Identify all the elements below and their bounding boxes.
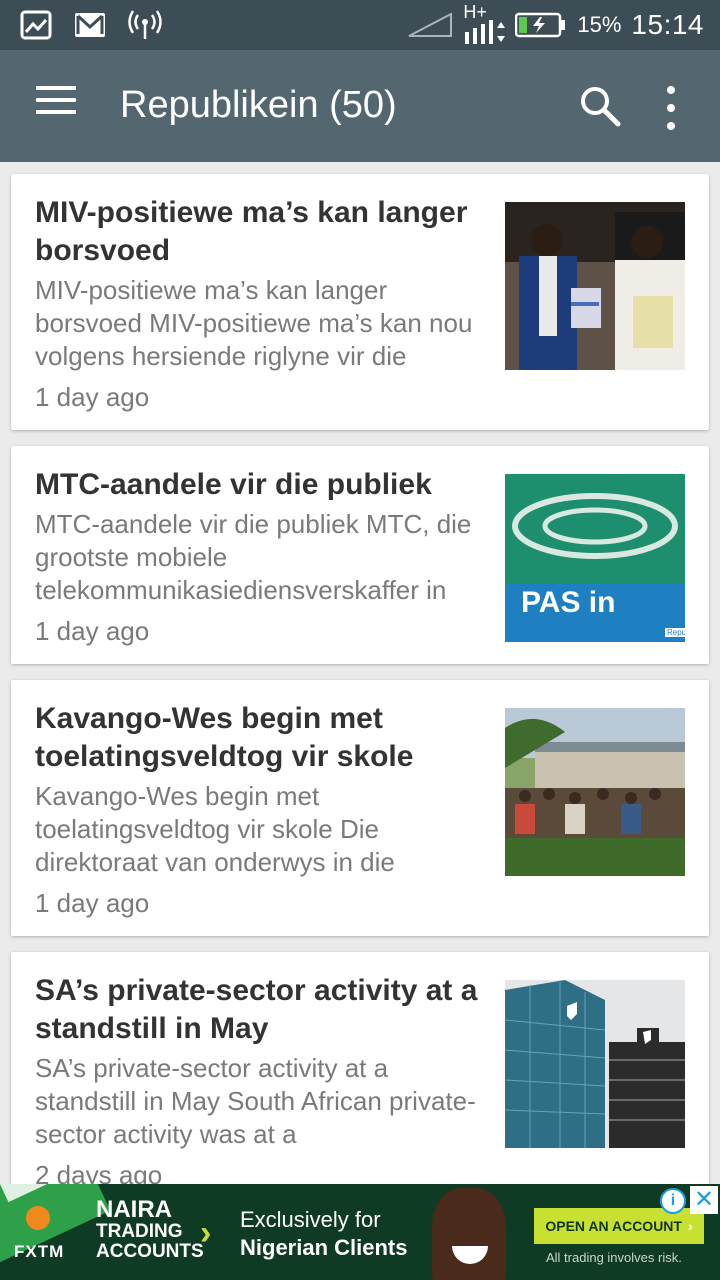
article-time: 1 day ago [35, 888, 150, 918]
article-thumbnail: PAS in Repu [505, 474, 685, 642]
article-snippet: SA’s private-sector activity at a stands… [35, 1053, 476, 1149]
ad-headline: NAIRA TRADING ACCOUNTS [96, 1198, 204, 1262]
article-title: Kavango-Wes begin met toelatingsveldtog … [35, 702, 414, 773]
app-toolbar: Republikein (50) [0, 50, 720, 162]
battery-percent: 15% [577, 12, 622, 37]
ad-disclaimer: All trading involves risk. [546, 1250, 682, 1265]
ad-headline-line3: ACCOUNTS [96, 1241, 204, 1262]
article-snippet: MIV-positiewe ma’s kan langer borsvoed M… [35, 275, 473, 371]
status-bar: H+ 15% 15:14 [0, 0, 720, 50]
people-photo [505, 202, 685, 370]
data-activity-icon [465, 20, 506, 44]
search-icon[interactable] [578, 84, 622, 128]
network-indicator: H+ [463, 2, 506, 44]
school-crowd-photo [505, 708, 685, 876]
open-account-label: OPEN AN ACCOUNT [545, 1218, 682, 1234]
article-thumbnail [505, 980, 685, 1148]
ad-headline-line2: TRADING [96, 1221, 183, 1242]
open-account-button[interactable]: OPEN AN ACCOUNT › [534, 1208, 704, 1244]
gmail-icon [75, 13, 105, 37]
ad-info-icon[interactable]: i [660, 1188, 686, 1214]
ad-tagline: Exclusively for Nigerian Clients [240, 1206, 407, 1262]
ad-headline-line1: NAIRA [96, 1196, 172, 1223]
signal-icon [408, 12, 453, 37]
article-list[interactable]: MIV-positiewe ma’s kan langer borsvoed M… [0, 162, 720, 1184]
fxtm-logo-icon [26, 1206, 50, 1230]
radio-tower-icon [128, 10, 162, 39]
article-thumbnail [505, 202, 685, 370]
clock: 15:14 [631, 9, 704, 40]
article-time: 1 day ago [35, 382, 150, 412]
ad-banner[interactable]: FXTM NAIRA TRADING ACCOUNTS › Exclusivel… [0, 1184, 720, 1280]
article-card[interactable]: Kavango-Wes begin met toelatingsveldtog … [11, 680, 709, 936]
article-snippet: Kavango-Wes begin met toelatingsveldtog … [35, 781, 395, 877]
chevron-right-icon: › [687, 1218, 693, 1234]
article-snippet: MTC-aandele vir die publiek MTC, die gro… [35, 509, 472, 605]
article-title: MIV-positiewe ma’s kan langer borsvoed [35, 196, 468, 267]
article-card[interactable]: MIV-positiewe ma’s kan langer borsvoed M… [11, 174, 709, 430]
ad-tagline-line2: Nigerian Clients [240, 1235, 408, 1260]
ad-tagline-line1: Exclusively for [240, 1207, 381, 1232]
article-thumbnail [505, 708, 685, 876]
page-title: Republikein (50) [120, 84, 397, 126]
article-title: MTC-aandele vir die publiek [35, 468, 432, 501]
chevron-right-icon: › [200, 1214, 212, 1252]
more-vert-icon[interactable] [656, 86, 686, 130]
battery-charging-icon [515, 12, 566, 38]
menu-icon[interactable] [36, 86, 76, 126]
article-card[interactable]: SA’s private-sector activity at a stands… [11, 952, 709, 1184]
article-card[interactable]: MTC-aandele vir die publiek MTC-aandele … [11, 446, 709, 664]
image-watermark: Repu [665, 628, 685, 637]
ad-brand: FXTM [14, 1242, 65, 1261]
ad-close-icon[interactable]: ✕ [690, 1186, 718, 1214]
ad-person-photo [432, 1188, 506, 1280]
article-time: 2 days ago [35, 1160, 163, 1184]
image-icon [20, 10, 52, 40]
image-caption: PAS in [521, 586, 616, 619]
article-time: 1 day ago [35, 616, 150, 646]
bank-building-photo [505, 980, 685, 1148]
article-title: SA’s private-sector activity at a stands… [35, 974, 478, 1045]
